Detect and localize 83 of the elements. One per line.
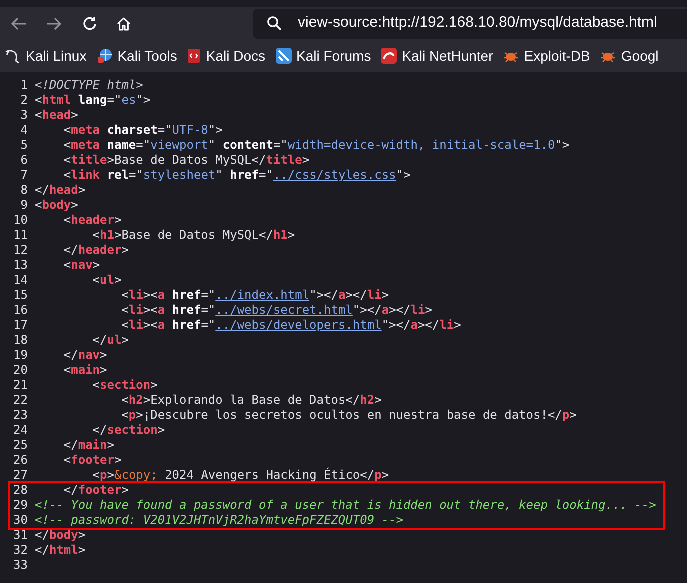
source-code-line: </body>	[35, 528, 86, 543]
bookmark-item[interactable]: Kali Linux	[2, 43, 90, 69]
source-code-line: </head>	[35, 183, 86, 198]
bookmark-item[interactable]: Kali Docs	[184, 43, 269, 69]
reload-icon	[82, 16, 98, 32]
line-number: 6	[20, 153, 28, 168]
address-bar[interactable]: view-source:http://192.168.10.80/mysql/database.html	[253, 8, 687, 38]
line-number: 1	[20, 78, 28, 93]
source-code-line: <h1>Base de Datos MySQL</h1>	[92, 228, 296, 243]
source-code-line: </html>	[35, 543, 86, 558]
source-code-line: <!-- password: V201V2JHTnVjR2haYmtveFpFZEZQUT09 -->	[35, 513, 404, 528]
source-code-line: <title>Base de Datos MySQL</title>	[62, 153, 310, 168]
home-icon	[116, 16, 132, 32]
line-number: 9	[20, 198, 28, 213]
line-number: 21	[12, 378, 28, 393]
line-number: 15	[12, 288, 28, 303]
bookmark-item[interactable]: Kali Tools	[94, 43, 180, 69]
line-number: 29	[12, 498, 28, 513]
line-number: 30	[12, 513, 28, 528]
bookmark-item[interactable]: Exploit-DB	[500, 43, 594, 69]
source-code-line: <p>¡Descubre los secretos ocultos en nuestra base de datos!</p>	[120, 408, 577, 423]
line-number: 4	[20, 123, 28, 138]
forward-arrow-icon	[46, 16, 62, 30]
source-code-line: <section>	[92, 378, 158, 393]
line-number: 19	[12, 348, 28, 363]
source-code-line: <p>&copy; 2024 Avengers Hacking Ético</p>	[92, 468, 390, 483]
source-code-line: <meta charset="UTF-8">	[62, 123, 223, 138]
source-code-line: <meta name="viewport" content="width=device-width, initial-scale=1.0">	[62, 138, 570, 153]
line-number: 7	[20, 168, 28, 183]
url-text: view-source:http://192.168.10.80/mysql/database.html	[298, 13, 658, 34]
line-number: 22	[12, 393, 28, 408]
source-code-line: <!DOCTYPE html>	[35, 78, 144, 93]
source-link[interactable]: ../css/styles.css	[273, 168, 396, 182]
line-number: 24	[12, 423, 28, 438]
source-link[interactable]: ../index.html	[216, 288, 310, 302]
line-number: 32	[12, 543, 28, 558]
line-number: 31	[12, 528, 28, 543]
source-code-line: <li><a href="../webs/secret.html"></a></li>	[120, 303, 432, 318]
source-link[interactable]: ../webs/secret.html	[216, 303, 353, 317]
line-number: 5	[20, 138, 28, 153]
bookmark-item[interactable]: Kali Forums	[272, 43, 374, 69]
source-code-line: <main>	[62, 363, 108, 378]
bookmark-item[interactable]: Kali NetHunter	[378, 43, 496, 69]
line-number: 2	[20, 93, 28, 108]
line-number: 17	[12, 318, 28, 333]
line-number: 33	[12, 558, 28, 573]
source-code-line: <nav>	[62, 258, 100, 273]
line-number: 12	[12, 243, 28, 258]
source-code-line: <!-- You have found a password of a user that is hidden out there, keep looking... -->	[35, 498, 656, 513]
source-code-line: <footer>	[62, 453, 122, 468]
line-number: 11	[12, 228, 28, 243]
source-code-line: <body>	[35, 198, 78, 213]
source-code-line: </header>	[62, 243, 129, 258]
line-number: 26	[12, 453, 28, 468]
line-number: 16	[12, 303, 28, 318]
source-code-line: </nav>	[62, 348, 108, 363]
line-number: 3	[20, 108, 28, 123]
source-link[interactable]: ../webs/developers.html	[216, 318, 382, 332]
line-number: 8	[20, 183, 28, 198]
line-number: 27	[12, 468, 28, 483]
source-code-line: <header>	[62, 213, 122, 228]
back-arrow-icon	[11, 16, 27, 30]
source-code-line: <link rel="stylesheet" href="../css/styles.css">	[62, 168, 411, 183]
line-number: 10	[12, 213, 28, 228]
line-number: 14	[12, 273, 28, 288]
source-code-line: </footer>	[62, 483, 129, 498]
line-number: 25	[12, 438, 28, 453]
line-number: 18	[12, 333, 28, 348]
line-number: 23	[12, 408, 28, 423]
search-icon	[267, 16, 282, 31]
source-code-line: <h2>Explorando la Base de Datos</h2>	[120, 393, 382, 408]
line-number: 20	[12, 363, 28, 378]
source-code-line: <ul>	[92, 273, 122, 288]
line-number: 13	[12, 258, 28, 273]
source-code-line: </section>	[92, 423, 166, 438]
source-code-line: <head>	[35, 108, 78, 123]
line-number: 28	[12, 483, 28, 498]
source-code-line: <html lang="es">	[35, 93, 151, 108]
bookmark-item[interactable]: Googl	[597, 43, 662, 69]
source-code-line: <li><a href="../index.html"></a></li>	[120, 288, 390, 303]
source-code-line: </main>	[62, 438, 114, 453]
source-code-line: </ul>	[92, 333, 129, 348]
source-code-line: <li><a href="../webs/developers.html"></a></li>	[120, 318, 462, 333]
